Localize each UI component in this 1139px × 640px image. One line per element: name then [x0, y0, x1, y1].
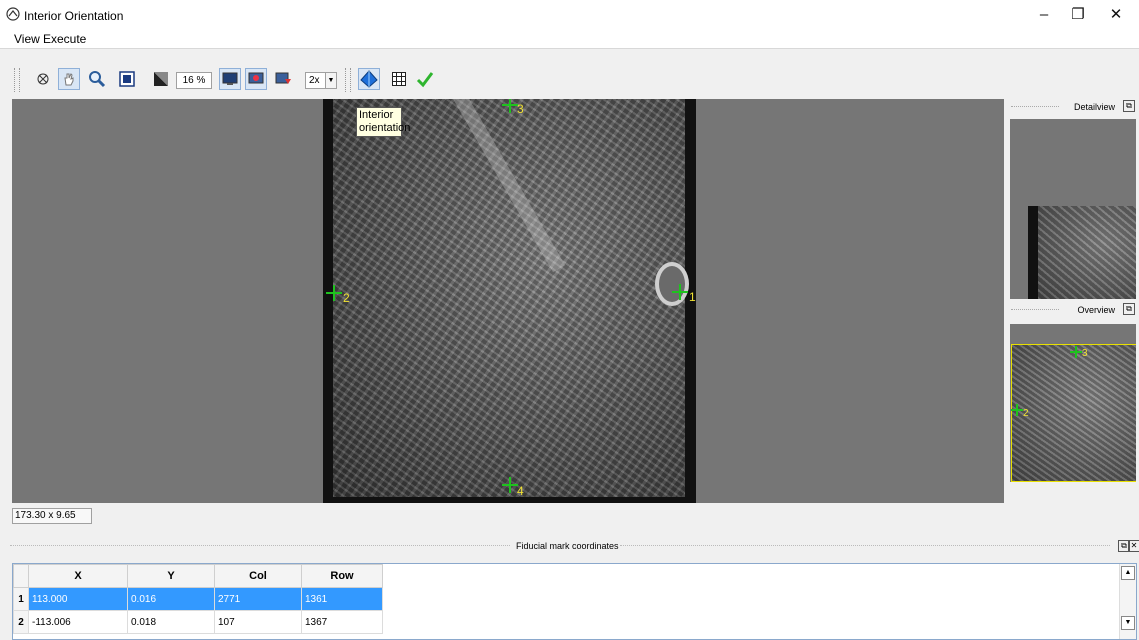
- detail-view-canvas[interactable]: [1010, 119, 1136, 299]
- menu-execute[interactable]: Execute: [43, 32, 86, 46]
- fiducial-mark-1[interactable]: [672, 284, 688, 300]
- column-header-col[interactable]: Col: [214, 564, 302, 588]
- close-dock-icon[interactable]: ✕: [1128, 540, 1139, 552]
- magnification-value: 2x: [309, 75, 320, 86]
- fiducial-mark-3[interactable]: [502, 99, 518, 113]
- overview-photo: [1011, 344, 1136, 482]
- restore-button[interactable]: ❐: [1064, 4, 1092, 26]
- zoom-magnifier-icon: [89, 71, 106, 88]
- cell-row[interactable]: 1367: [301, 610, 383, 634]
- aerial-photo[interactable]: [323, 99, 696, 503]
- checkmark-icon: [416, 72, 434, 88]
- highway-feature: [453, 99, 566, 273]
- overview-panel: Overview ⧉ 3 2: [1007, 302, 1139, 504]
- scroll-down-icon[interactable]: ▼: [1121, 616, 1135, 630]
- monitor-icon: [222, 72, 238, 85]
- row-number[interactable]: 2: [13, 610, 29, 634]
- cell-row[interactable]: 1361: [301, 587, 383, 611]
- float-panel-icon[interactable]: ⧉: [1123, 100, 1135, 112]
- cell-col[interactable]: 2771: [214, 587, 302, 611]
- save-icon: [275, 72, 291, 84]
- chevron-down-icon[interactable]: ▼: [325, 73, 336, 88]
- overview-mark-3: [1070, 346, 1082, 358]
- column-header-x[interactable]: X: [28, 564, 128, 588]
- pan-button[interactable]: [58, 68, 80, 90]
- column-header-y[interactable]: Y: [127, 564, 215, 588]
- app-icon: [6, 7, 20, 21]
- overview-canvas[interactable]: 3 2: [1010, 324, 1136, 482]
- float-panel-icon[interactable]: ⧉: [1123, 303, 1135, 315]
- toolbar-grip-2[interactable]: [345, 68, 351, 92]
- zoom-level-field[interactable]: 16 %: [176, 72, 212, 89]
- magnification-select[interactable]: 2x ▼: [305, 72, 337, 89]
- minimize-button[interactable]: –: [1030, 4, 1058, 26]
- fiducial-label-2: 2: [343, 291, 350, 305]
- contrast-button[interactable]: [150, 68, 172, 90]
- detailview-header: Detailview ⧉: [1007, 99, 1139, 115]
- fiducial-table-container: X Y Col Row 1 113.000 0.016 2771 1361 2 …: [12, 563, 1137, 640]
- contrast-icon: [154, 72, 168, 86]
- grid-icon: [392, 72, 406, 86]
- network-button[interactable]: [245, 68, 267, 90]
- close-button[interactable]: ✕: [1102, 4, 1130, 26]
- overview-label-3: 3: [1082, 348, 1088, 359]
- title-bar: Interior Orientation – ❐ ✕: [0, 0, 1139, 30]
- fiducial-table: X Y Col Row 1 113.000 0.016 2771 1361 2 …: [13, 564, 383, 634]
- table-header-row: X Y Col Row: [13, 564, 383, 588]
- cursor-coordinates: 173.30 x 9.65: [12, 508, 92, 524]
- interior-orientation-icon: [360, 70, 378, 88]
- column-header-row[interactable]: Row: [301, 564, 383, 588]
- zoom-button[interactable]: [86, 68, 108, 90]
- table-row[interactable]: 1 113.000 0.016 2771 1361: [13, 587, 383, 611]
- row-number[interactable]: 1: [13, 587, 29, 611]
- detailview-title: Detailview: [1073, 102, 1115, 112]
- table-row[interactable]: 2 -113.006 0.018 107 1367: [13, 610, 383, 634]
- overview-title: Overview: [1077, 305, 1115, 315]
- tooltip: Interior orientation: [356, 107, 410, 137]
- fiducial-label-4: 4: [517, 484, 524, 498]
- grid-button[interactable]: [388, 68, 410, 90]
- fiducial-mark-4[interactable]: [502, 477, 518, 493]
- fiducial-mark-2[interactable]: [326, 285, 342, 301]
- overview-label-2: 2: [1023, 408, 1029, 419]
- main-image-view[interactable]: 1 2 3 4: [12, 99, 1004, 503]
- interior-orientation-button[interactable]: [358, 68, 380, 90]
- cancel-tool-icon: [37, 73, 49, 85]
- cell-y[interactable]: 0.016: [127, 587, 215, 611]
- cancel-tool-button[interactable]: [32, 68, 54, 90]
- detail-photo: [1028, 206, 1136, 299]
- fiducial-label-3: 3: [517, 102, 524, 116]
- cell-y[interactable]: 0.018: [127, 610, 215, 634]
- fit-to-window-button[interactable]: [116, 68, 138, 90]
- overview-mark-2: [1011, 404, 1023, 416]
- scroll-up-icon[interactable]: ▲: [1121, 566, 1135, 580]
- table-scrollbar[interactable]: ▲ ▼: [1119, 564, 1136, 639]
- detailview-panel: Detailview ⧉: [1007, 99, 1139, 299]
- network-icon: [248, 72, 264, 84]
- fiducial-label-1: 1: [689, 290, 696, 304]
- overview-header: Overview ⧉: [1007, 302, 1139, 318]
- pan-hand-icon: [64, 73, 74, 86]
- cell-x[interactable]: 113.000: [28, 587, 128, 611]
- corner-header[interactable]: [13, 564, 29, 588]
- toolbar: 16 % 2x ▼: [0, 60, 1139, 98]
- window-title: Interior Orientation: [24, 9, 124, 23]
- fit-to-window-icon: [119, 71, 135, 87]
- fiducial-dock-title: Fiducial mark coordinates: [516, 541, 619, 551]
- aerial-photo-content: [333, 99, 689, 497]
- menu-bar: View Execute: [0, 30, 1139, 49]
- save-button[interactable]: [273, 68, 295, 90]
- cell-x[interactable]: -113.006: [28, 610, 128, 634]
- accept-button[interactable]: [414, 68, 436, 90]
- fiducial-dock-header: Fiducial mark coordinates ⧉ ✕: [0, 538, 1139, 554]
- toolbar-grip[interactable]: [14, 68, 20, 92]
- menu-view[interactable]: View: [14, 32, 40, 46]
- monitor-button[interactable]: [219, 68, 241, 90]
- cell-col[interactable]: 107: [214, 610, 302, 634]
